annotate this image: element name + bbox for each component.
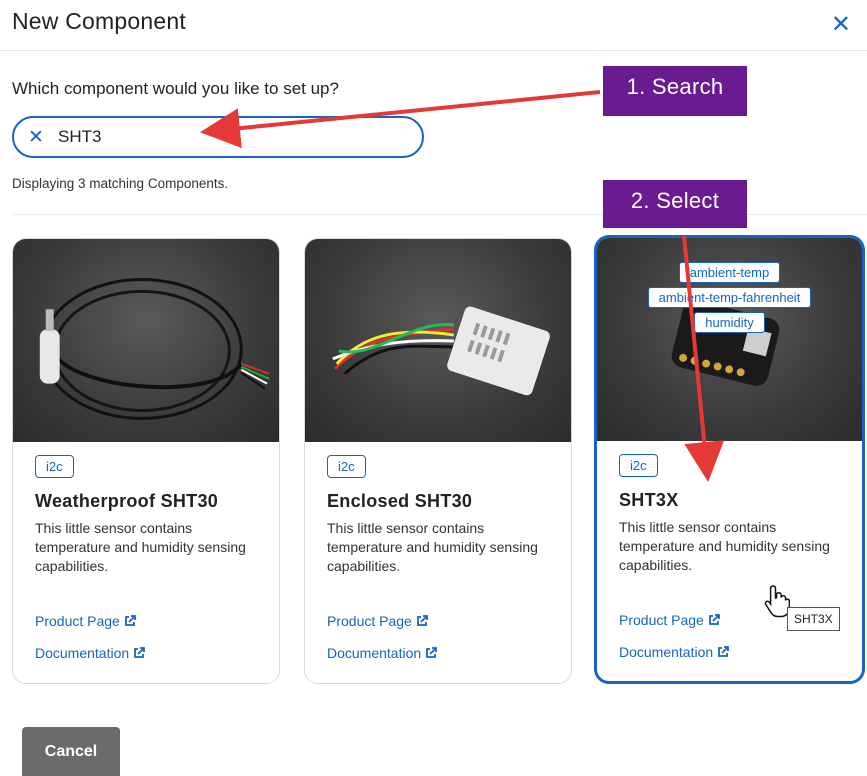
product-image (13, 239, 279, 442)
header-divider (0, 50, 867, 51)
tag-ambient-temp: ambient-temp (678, 262, 781, 283)
component-name: Weatherproof SHT30 (35, 491, 219, 511)
documentation-label: Documentation (327, 645, 422, 661)
external-link-icon (718, 646, 730, 657)
search-prompt: Which component would you like to set up… (12, 79, 339, 98)
product-page-link[interactable]: Product Page (619, 612, 720, 628)
product-page-label: Product Page (327, 613, 412, 629)
component-name: Enclosed SHT30 (327, 491, 473, 511)
tooltip: SHT3X (787, 607, 840, 631)
tag-list: ambient-temp ambient-temp-fahrenheit hum… (597, 260, 862, 335)
search-input[interactable] (58, 124, 398, 150)
documentation-link[interactable]: Documentation (619, 644, 730, 660)
component-description: This little sensor contains temperature … (619, 519, 830, 573)
component-name: SHT3X (619, 490, 679, 510)
external-link-icon (708, 614, 720, 625)
component-description: This little sensor contains temperature … (35, 520, 246, 574)
product-image (305, 239, 571, 442)
annotation-select: 2. Select (603, 180, 747, 228)
documentation-label: Documentation (619, 644, 714, 660)
product-page-label: Product Page (35, 613, 120, 629)
annotation-search: 1. Search (603, 66, 747, 116)
dialog-title: New Component (12, 8, 186, 34)
product-page-label: Product Page (619, 612, 704, 628)
external-link-icon (426, 647, 438, 658)
component-card-weatherproof-sht30[interactable]: i2c Weatherproof SHT30 This little senso… (12, 238, 280, 684)
search-box: ✕ (12, 116, 424, 158)
match-count: Displaying 3 matching Components. (12, 176, 229, 191)
component-card-enclosed-sht30[interactable]: i2c Enclosed SHT30 This little sensor co… (304, 238, 572, 684)
cancel-button[interactable]: Cancel (22, 727, 120, 776)
component-description: This little sensor contains temperature … (327, 520, 538, 574)
tag-humidity: humidity (694, 312, 765, 333)
external-link-icon (134, 647, 146, 658)
documentation-link[interactable]: Documentation (327, 645, 438, 661)
external-link-icon (124, 615, 136, 626)
protocol-badge: i2c (35, 455, 74, 478)
product-page-link[interactable]: Product Page (35, 613, 136, 629)
tag-ambient-temp-fahrenheit: ambient-temp-fahrenheit (647, 287, 812, 308)
documentation-link[interactable]: Documentation (35, 645, 146, 661)
product-image: ambient-temp ambient-temp-fahrenheit hum… (597, 238, 862, 441)
external-link-icon (416, 615, 428, 626)
product-page-link[interactable]: Product Page (327, 613, 428, 629)
clear-search-icon[interactable]: ✕ (28, 126, 44, 149)
documentation-label: Documentation (35, 645, 130, 661)
protocol-badge: i2c (619, 454, 658, 477)
protocol-badge: i2c (327, 455, 366, 478)
close-icon[interactable]: ✕ (831, 10, 851, 39)
